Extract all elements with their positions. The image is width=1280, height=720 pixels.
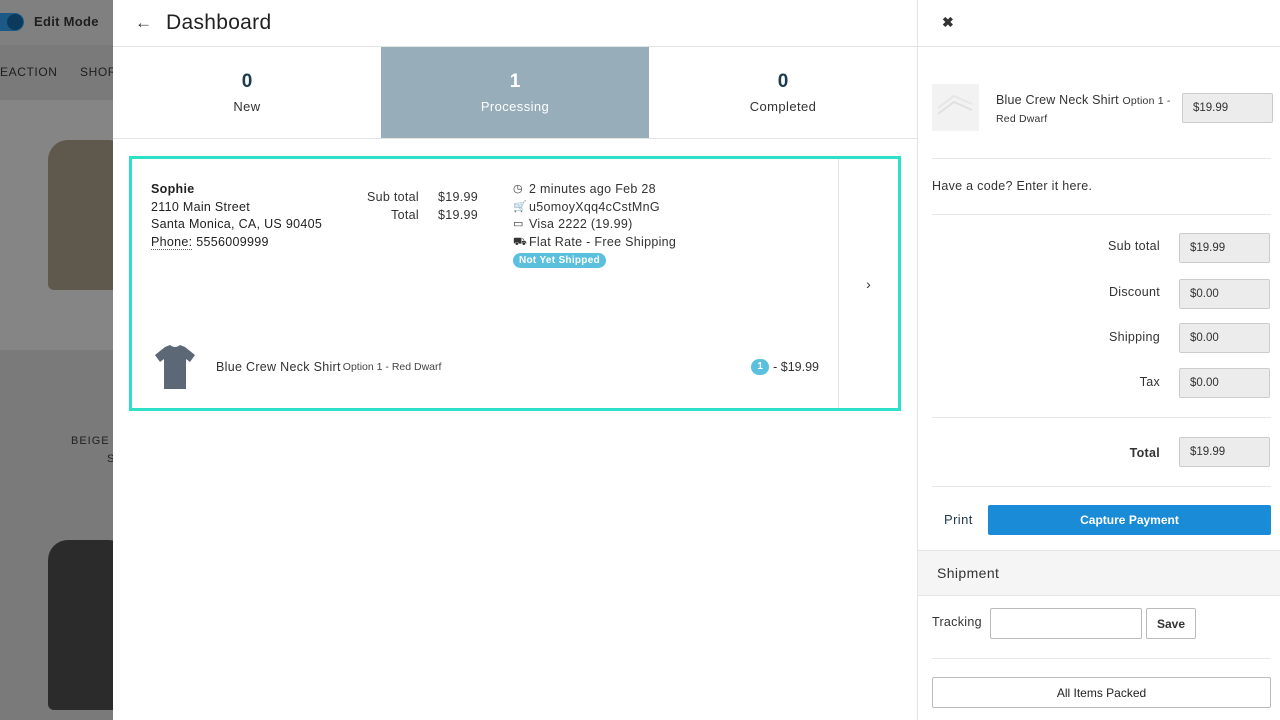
item-name: Blue Crew Neck Shirt — [996, 93, 1119, 107]
divider — [932, 658, 1271, 659]
order-card[interactable]: Sophie 2110 Main Street Santa Monica, CA… — [129, 156, 901, 411]
order-id: u5omoyXqq4cCstMnG — [529, 199, 660, 214]
tab-completed[interactable]: 0 Completed — [649, 47, 917, 138]
all-items-packed-button[interactable]: All Items Packed — [932, 677, 1271, 708]
order-time: 2 minutes ago Feb 28 — [529, 182, 656, 196]
status-badge: Not Yet Shipped — [513, 253, 606, 268]
total-label: Total — [1129, 446, 1160, 460]
tab-new[interactable]: 0 New — [113, 47, 381, 138]
item-option: Option 1 - — [1122, 95, 1171, 107]
chevron-right-icon[interactable]: › — [839, 159, 898, 408]
divider — [932, 417, 1271, 418]
edit-mode-toggle[interactable] — [0, 13, 24, 31]
subtotal-value: $19.99 — [438, 190, 479, 204]
discount-code-link[interactable]: Have a code? Enter it here. — [932, 179, 1092, 193]
phone-label: Phone: — [151, 234, 193, 250]
tab-label: New — [233, 99, 261, 114]
product-caption: BEIGE — [71, 435, 110, 447]
item-option: Option 1 - Red Dwarf — [342, 361, 442, 373]
shirt-image — [48, 540, 113, 710]
panel-line-item: Blue Crew Neck Shirt Option 1 - Red Dwar… — [932, 84, 1273, 134]
product-card[interactable] — [0, 100, 113, 350]
shirt-image — [48, 140, 113, 290]
phone-value: 5556009999 — [196, 234, 269, 249]
item-price-group: 1 - $19.99 — [751, 359, 819, 375]
customer-info: Sophie 2110 Main Street Santa Monica, CA… — [151, 181, 322, 251]
shipment-section-title: Shipment — [918, 550, 1280, 596]
divider — [932, 486, 1271, 487]
total-label: Total — [391, 207, 419, 222]
cart-icon: 🛒 — [513, 200, 527, 213]
total-value: $19.99 — [438, 207, 479, 222]
panel-item-name: Blue Crew Neck Shirt Option 1 - Red Dwar… — [996, 92, 1176, 128]
customer-city: Santa Monica, CA, US 90405 — [151, 217, 323, 231]
tab-count: 0 — [777, 71, 789, 92]
shipping-method: Flat Rate - Free Shipping — [529, 234, 677, 249]
divider — [932, 158, 1271, 159]
storefront-background: Edit Mode EACTION SHOR BEIGE S — [0, 0, 113, 720]
capture-payment-button[interactable]: Capture Payment — [988, 505, 1271, 535]
customer-street: 2110 Main Street — [151, 199, 251, 214]
credit-card-icon: ▭ — [513, 218, 524, 230]
dashboard-main: ← Dashboard 0 New 1 Processing 0 Complet… — [113, 0, 917, 720]
tab-count: 1 — [509, 71, 521, 92]
tax-field: $0.00 — [1179, 368, 1270, 398]
order-meta: ◷ 2 minutes ago Feb 28 🛒 u5omoyXqq4cCstMnG… — [513, 181, 676, 269]
order-status-tabs: 0 New 1 Processing 0 Completed — [113, 47, 917, 139]
arrow-left-icon[interactable]: ← — [135, 13, 152, 33]
payment-info: Visa 2222 (19.99) — [529, 217, 633, 231]
tab-count: 0 — [241, 71, 253, 92]
divider — [932, 214, 1271, 215]
order-line-item: Blue Crew Neck Shirt Option 1 - Red Dwar… — [153, 342, 819, 392]
product-thumbnail — [153, 343, 197, 391]
discount-label: Discount — [1108, 285, 1160, 299]
total-field: $19.99 — [1179, 437, 1270, 467]
tracking-label: Tracking — [932, 615, 982, 629]
tracking-input[interactable] — [990, 608, 1142, 639]
shipping-label: Shipping — [1108, 330, 1160, 344]
customer-phone: Phone: 5556009999 — [151, 234, 322, 252]
dashboard-header: ← Dashboard — [113, 0, 917, 47]
print-button[interactable]: Print — [944, 512, 973, 527]
edit-mode-label: Edit Mode — [34, 14, 99, 29]
customer-name: Sophie — [151, 182, 195, 196]
panel-header: ✖ — [918, 0, 1280, 47]
shipping-field: $0.00 — [1179, 323, 1270, 353]
order-detail-panel: ✖ Blue Crew Neck Shirt Option 1 - Red Dw… — [917, 0, 1280, 720]
truck-icon: ⛟ — [513, 235, 528, 248]
close-icon[interactable]: ✖ — [942, 14, 954, 31]
save-tracking-button[interactable]: Save — [1146, 608, 1196, 639]
tax-label: Tax — [1139, 375, 1160, 389]
subtotal-label: Sub total — [1107, 239, 1160, 253]
quantity-badge: 1 — [751, 359, 770, 375]
subtotal-field: $19.99 — [1179, 233, 1270, 263]
page-title: Dashboard — [166, 11, 272, 34]
item-option: Red Dwarf — [996, 113, 1048, 125]
order-details: Sophie 2110 Main Street Santa Monica, CA… — [132, 159, 839, 408]
product-thumbnail — [932, 84, 979, 131]
tab-processing[interactable]: 1 Processing — [381, 47, 649, 138]
item-price-field: $19.99 — [1182, 93, 1273, 123]
item-name: Blue Crew Neck Shirt — [216, 360, 341, 374]
order-totals: Sub total $19.99 Total $19.99 — [362, 189, 478, 224]
clock-icon: ◷ — [513, 183, 523, 195]
discount-field: $0.00 — [1179, 279, 1270, 309]
item-price: - $19.99 — [773, 360, 819, 374]
tab-label: Processing — [480, 99, 550, 114]
storefront-nav-item[interactable]: EACTION — [0, 65, 58, 79]
tab-label: Completed — [749, 99, 817, 114]
subtotal-label: Sub total — [366, 190, 419, 204]
storefront-nav-item[interactable]: SHOR — [80, 65, 113, 79]
